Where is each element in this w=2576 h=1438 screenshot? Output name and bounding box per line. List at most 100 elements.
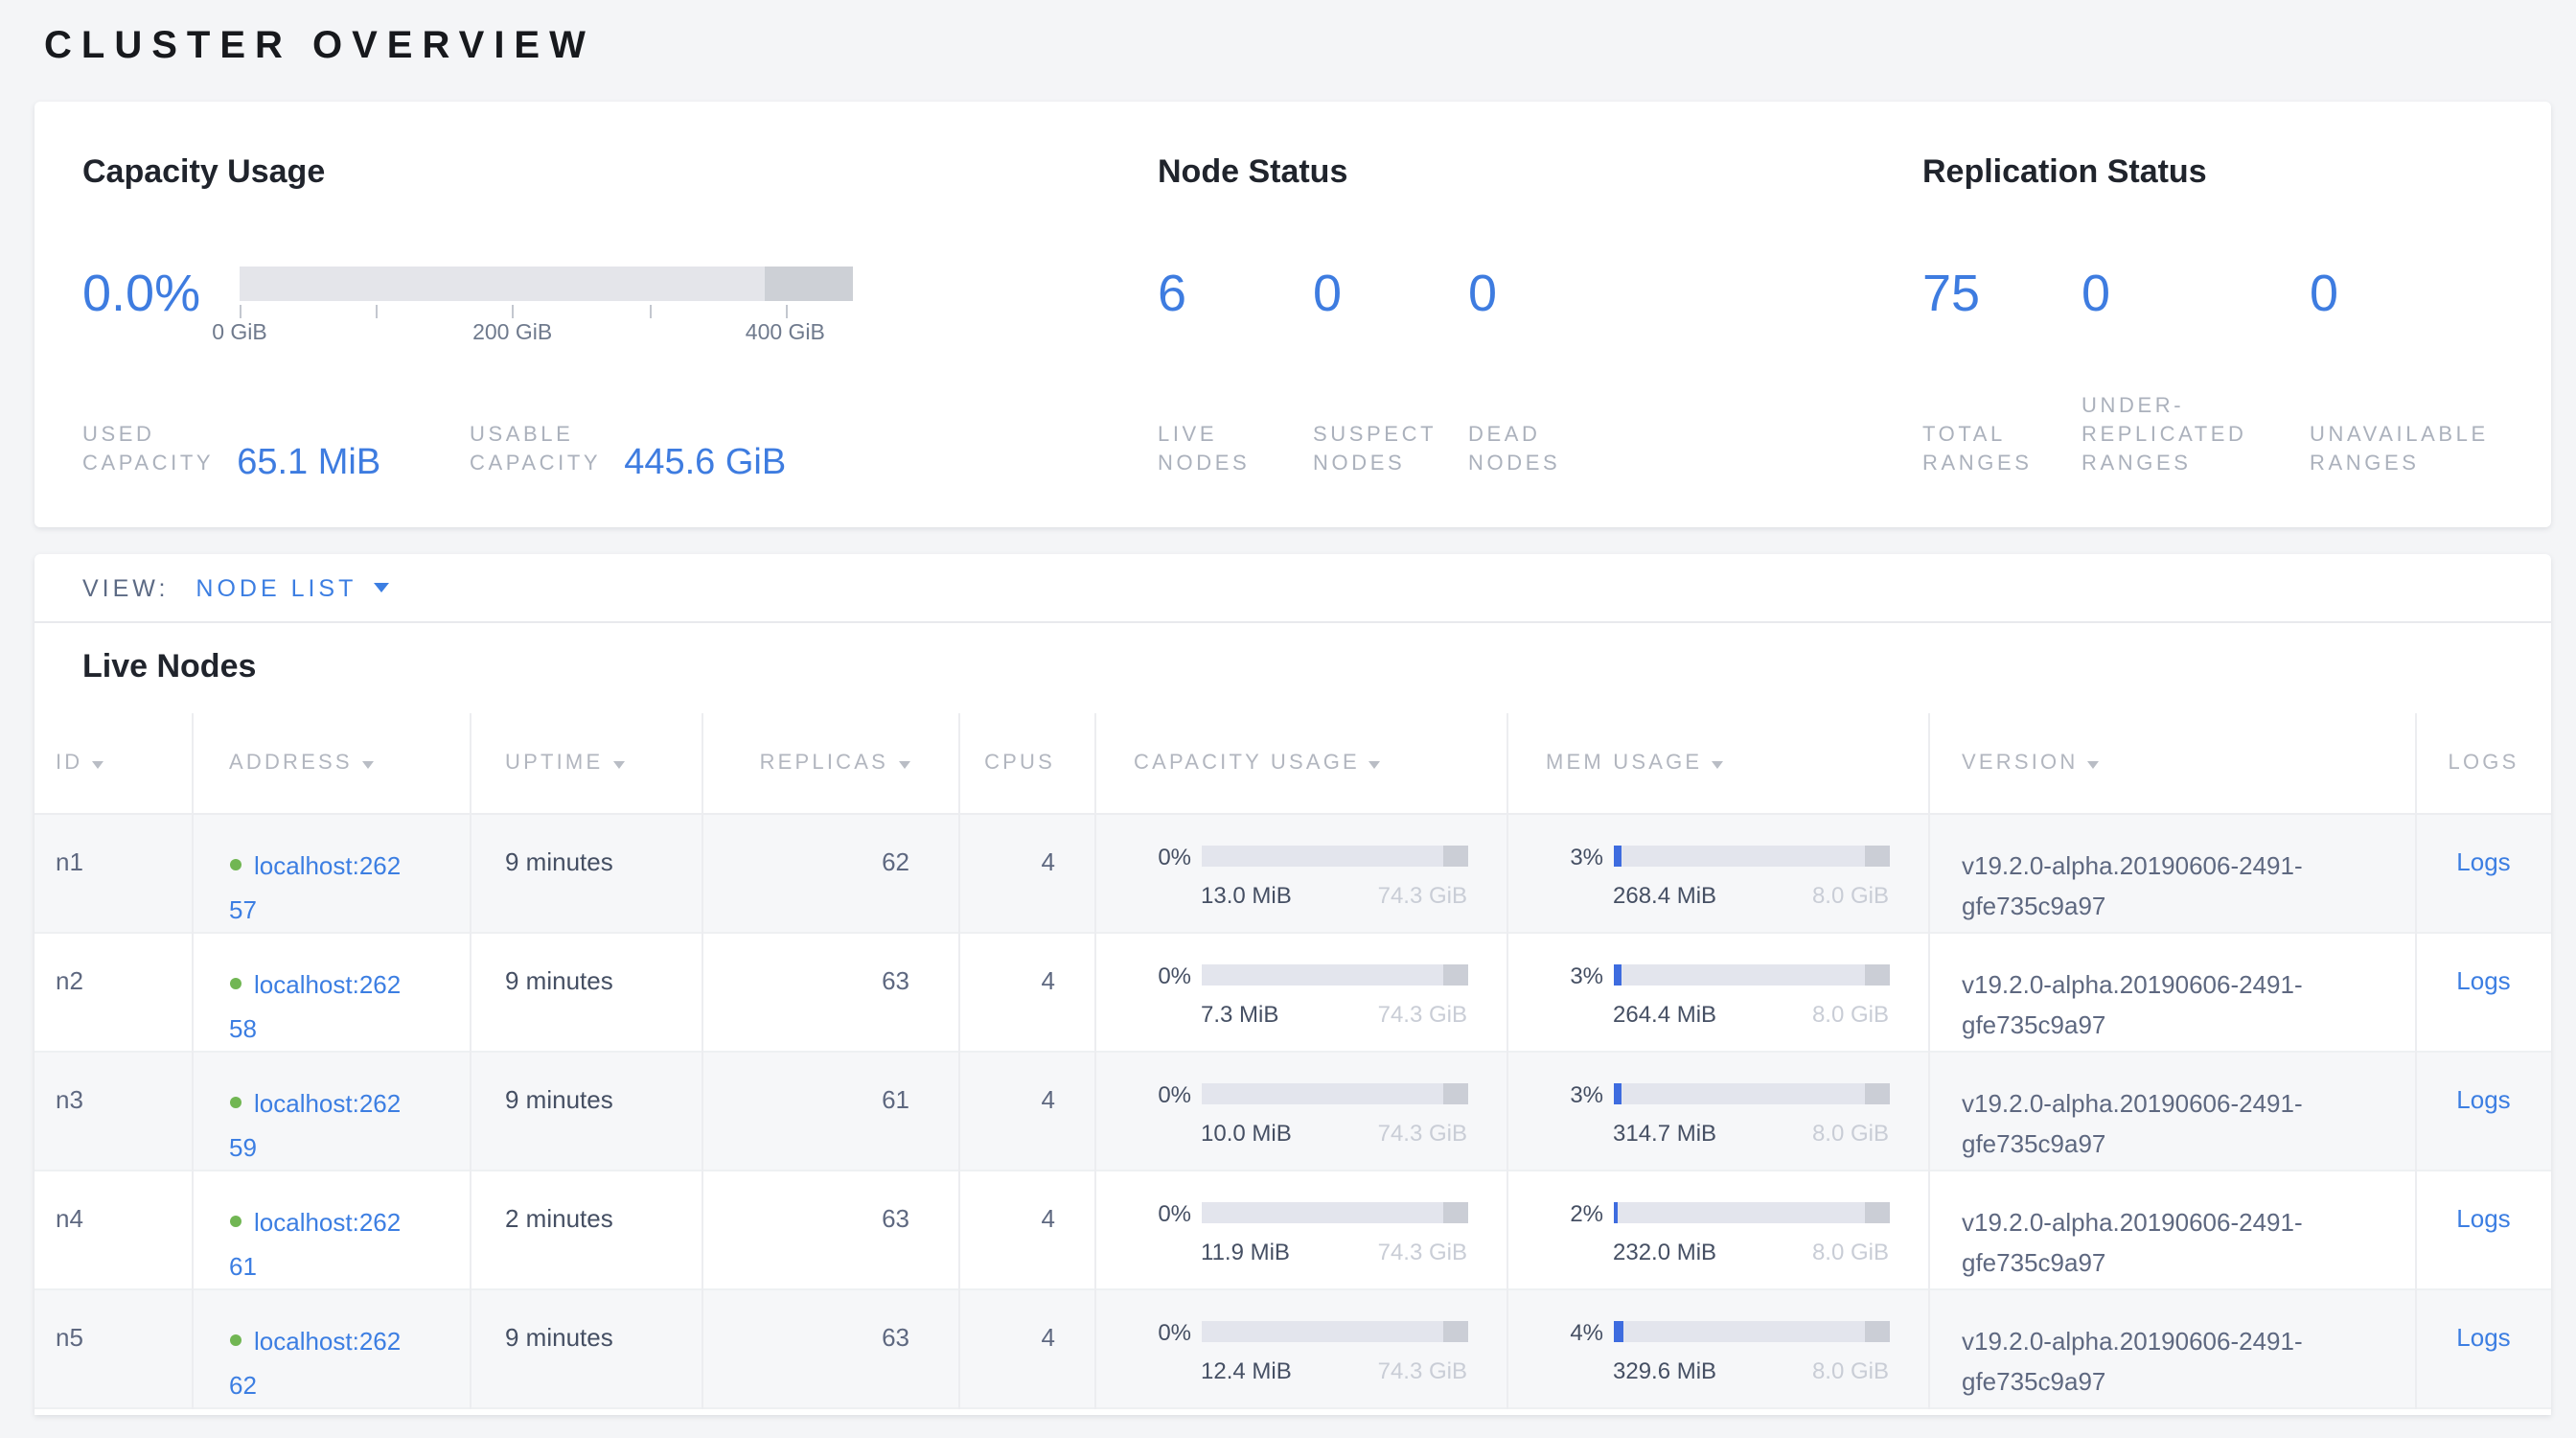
node-address-link[interactable]: localhost:262 59 [229,1088,401,1161]
column-header-capacity-usage[interactable]: CAPACITY USAGE [1094,713,1506,813]
mem-total-value: 8.0 GiB [1812,1119,1889,1146]
capacity-pct: 0% [1134,962,1191,988]
capacity-usage-end-cap [1442,1083,1467,1104]
column-header-logs: LOGS [2415,713,2551,813]
sort-desc-icon [612,761,624,769]
capacity-used-value: 7.3 MiB [1201,1000,1278,1027]
dropdown-caret-icon [374,583,389,592]
node-live-dot-icon [229,1334,241,1345]
capacity-bar: 0 GiB 200 GiB 400 GiB [240,267,853,355]
usable-capacity-stat: USABLE CAPACITY 445.6 GiB [470,422,786,479]
mem-usage-end-cap [1864,1083,1889,1104]
table-row: n5 localhost:262 62 9 minutes 63 4 0% 12… [34,1288,2551,1407]
column-header-version[interactable]: VERSION [1928,713,2415,813]
node-version: v19.2.0-alpha.20190606-2491- gfe735c9a97 [1928,1288,2415,1407]
column-header-cpus[interactable]: CPUS [958,713,1094,813]
table-row-partial [34,1407,2551,1415]
node-address-link[interactable]: localhost:262 57 [229,850,401,923]
tick-mark: 200 GiB [513,305,515,318]
dead-nodes-stat: 0 DEAD NODES [1468,265,1560,479]
node-capacity-usage-cell: 0% 13.0 MiB74.3 GiB [1094,813,1506,932]
mem-usage-fill [1613,846,1622,867]
total-ranges-label: TOTAL RANGES [1922,422,2082,479]
sort-desc-icon [1712,761,1723,769]
mem-total-value: 8.0 GiB [1812,1357,1889,1383]
mem-usage-end-cap [1864,1321,1889,1342]
suspect-nodes-stat: 0 SUSPECT NODES [1313,265,1468,479]
replication-status-section: Replication Status 75 TOTAL RANGES 0 UND… [1922,153,2503,479]
capacity-bar-track [240,267,853,301]
column-header-mem-usage[interactable]: MEM USAGE [1506,713,1928,813]
node-cpus: 4 [958,1051,1094,1170]
column-header-address[interactable]: ADDRESS [192,713,470,813]
used-capacity-label: USED CAPACITY [82,422,214,479]
capacity-pct: 0% [1134,1199,1191,1226]
node-address-cell: localhost:262 61 [192,1170,470,1288]
logs-link[interactable]: Logs [2456,1084,2510,1113]
capacity-bar-axis: 0 GiB 200 GiB 400 GiB [240,305,853,355]
node-cpus: 4 [958,813,1094,932]
suspect-nodes-label: SUSPECT NODES [1313,422,1468,479]
mem-total-value: 8.0 GiB [1812,1238,1889,1264]
node-capacity-usage-cell: 0% 10.0 MiB74.3 GiB [1094,1051,1506,1170]
sort-desc-icon [2087,761,2099,769]
node-status-section: Node Status 6 LIVE NODES 0 SUSPECT NODES [1158,153,1922,479]
column-header-replicas[interactable]: REPLICAS [702,713,958,813]
logs-link[interactable]: Logs [2456,1203,2510,1232]
capacity-pct: 0% [1134,843,1191,870]
node-logs-cell: Logs [2415,1051,2551,1170]
total-ranges-stat: 75 TOTAL RANGES [1922,265,2082,479]
dead-nodes-label: DEAD NODES [1468,422,1560,479]
node-address-link[interactable]: localhost:262 61 [229,1207,401,1280]
mem-used-value: 232.0 MiB [1613,1238,1716,1264]
unavailable-ranges-stat: 0 UNAVAILABLE RANGES [2310,265,2489,479]
tick-label: 200 GiB [472,322,552,345]
logs-link[interactable]: Logs [2456,1322,2510,1351]
node-logs-cell: Logs [2415,1170,2551,1288]
sort-desc-icon [898,761,909,769]
mem-usage-bar [1613,1321,1889,1342]
node-mem-usage-cell: 3% 268.4 MiB8.0 GiB [1506,813,1928,932]
usable-capacity-label: USABLE CAPACITY [470,422,601,479]
under-replicated-ranges-stat: 0 UNDER- REPLICATED RANGES [2082,265,2310,479]
capacity-usage-bar [1201,846,1467,867]
node-address-link[interactable]: localhost:262 62 [229,1326,401,1399]
node-capacity-usage-cell: 0% 12.4 MiB74.3 GiB [1094,1288,1506,1407]
logs-link[interactable]: Logs [2456,965,2510,994]
table-row: n4 localhost:262 61 2 minutes 63 4 0% 11… [34,1170,2551,1288]
tick-label: 400 GiB [746,322,825,345]
node-logs-cell: Logs [2415,1288,2551,1407]
live-nodes-table: ID ADDRESS UPTIME REPLICAS CPUS CAPACITY… [34,713,2551,1415]
live-nodes-label: LIVE NODES [1158,422,1313,479]
mem-usage-fill [1613,1202,1619,1223]
node-replicas: 63 [702,1170,958,1288]
view-selector-dropdown[interactable]: NODE LIST [196,574,389,601]
live-nodes-stat: 6 LIVE NODES [1158,265,1313,479]
node-replicas: 62 [702,813,958,932]
capacity-total-value: 74.3 GiB [1378,1357,1467,1383]
mem-total-value: 8.0 GiB [1812,1000,1889,1027]
node-live-dot-icon [229,1096,241,1107]
node-live-dot-icon [229,1215,241,1226]
capacity-usage-end-cap [1442,964,1467,986]
mem-usage-end-cap [1864,846,1889,867]
capacity-usage-bar [1201,1202,1467,1223]
column-header-uptime[interactable]: UPTIME [470,713,702,813]
table-row: n2 localhost:262 58 9 minutes 63 4 0% 7.… [34,932,2551,1051]
column-header-id[interactable]: ID [34,713,192,813]
mem-usage-end-cap [1864,964,1889,986]
mem-used-value: 268.4 MiB [1613,881,1716,908]
logs-link[interactable]: Logs [2456,847,2510,875]
node-address-link[interactable]: localhost:262 58 [229,969,401,1042]
mem-usage-bar [1613,1083,1889,1104]
live-nodes-heading: Live Nodes [34,623,2551,713]
mem-used-value: 314.7 MiB [1613,1119,1716,1146]
cluster-overview-page: CLUSTER OVERVIEW Capacity Usage 0.0% 0 G… [0,0,2576,1438]
tick-mark [376,305,378,318]
node-replicas: 63 [702,1288,958,1407]
capacity-used-value: 11.9 MiB [1201,1238,1290,1264]
mem-usage-fill [1613,1321,1624,1342]
mem-pct: 3% [1546,1080,1603,1107]
total-ranges-count: 75 [1922,265,2082,322]
node-cpus: 4 [958,1288,1094,1407]
